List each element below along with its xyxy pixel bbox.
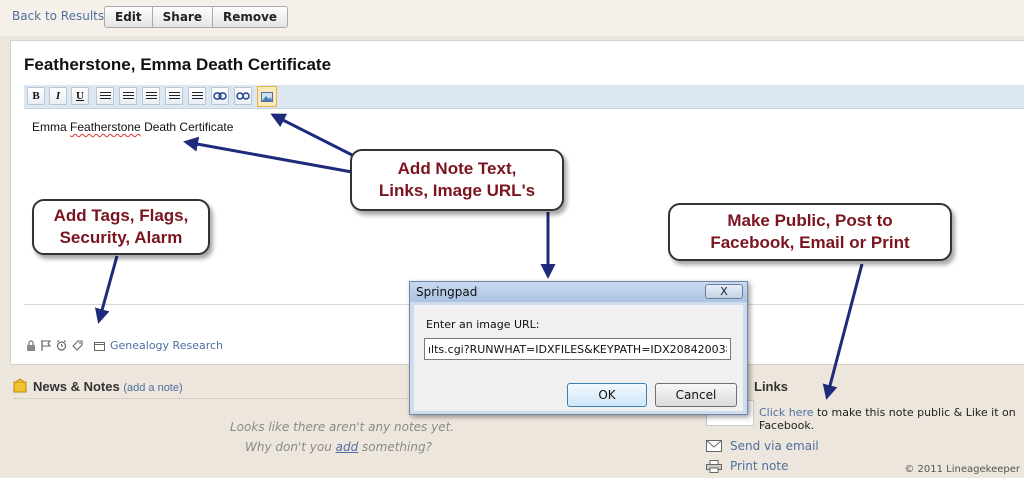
cancel-button[interactable]: Cancel — [655, 383, 737, 407]
note-body-text: Emma Featherstone Death Certificate — [32, 120, 234, 134]
edit-button[interactable]: Edit — [105, 7, 153, 27]
align-center-icon[interactable] — [119, 87, 137, 105]
note-meta-icons — [26, 340, 105, 351]
unlink-icon[interactable] — [234, 87, 252, 105]
news-notes-heading: News & Notes (add a note) — [33, 379, 183, 394]
image-url-input[interactable] — [424, 338, 731, 360]
copyright-watermark: © 2011 Lineagekeeper — [904, 464, 1020, 475]
lock-icon[interactable] — [26, 340, 36, 351]
bullet-list-icon[interactable] — [188, 87, 206, 105]
callout-note-text: Add Note Text, Links, Image URL's — [350, 149, 564, 211]
dialog-prompt-label: Enter an image URL: — [426, 318, 540, 331]
links-heading: Links — [754, 379, 788, 394]
callout-tags-flags: Add Tags, Flags, Security, Alarm — [32, 199, 210, 255]
add-something-link[interactable]: add — [336, 440, 359, 454]
empty-notes-prompt: Why don't you add something? — [245, 440, 432, 454]
dialog-close-button[interactable]: X — [705, 284, 743, 299]
ok-button[interactable]: OK — [567, 383, 647, 407]
callout-make-public: Make Public, Post to Facebook, Email or … — [668, 203, 952, 261]
action-button-group: Edit Share Remove — [104, 6, 289, 28]
dialog-title: Springpad — [416, 285, 478, 299]
facebook-public-text: Click here to make this note public & Li… — [759, 406, 1016, 432]
alarm-icon[interactable] — [56, 340, 67, 351]
folder-icon — [94, 341, 105, 351]
link-icon[interactable] — [211, 87, 229, 105]
numbered-list-icon[interactable] — [165, 87, 183, 105]
empty-notes-message: Looks like there aren't any notes yet. — [230, 420, 455, 434]
align-left-icon[interactable] — [96, 87, 114, 105]
printer-icon — [706, 459, 722, 473]
add-note-link[interactable]: (add a note) — [123, 382, 182, 394]
note-icon — [13, 378, 27, 393]
print-note-link[interactable]: Print note — [706, 459, 788, 473]
flag-icon[interactable] — [41, 340, 51, 351]
remove-button[interactable]: Remove — [213, 7, 287, 27]
tag-icon[interactable] — [72, 340, 83, 351]
email-icon — [706, 440, 722, 452]
image-icon[interactable] — [257, 86, 277, 107]
send-email-link[interactable]: Send via email — [706, 439, 819, 453]
bold-icon[interactable]: B — [27, 87, 45, 105]
note-title: Featherstone, Emma Death Certificate — [24, 55, 332, 74]
editor-toolbar: B I U — [24, 85, 1024, 109]
underline-icon[interactable]: U — [71, 87, 89, 105]
back-to-results-link[interactable]: Back to Results — [12, 9, 104, 23]
make-public-link[interactable]: Click here — [759, 406, 814, 419]
tag-genealogy-research[interactable]: Genealogy Research — [110, 339, 223, 352]
italic-icon[interactable]: I — [49, 87, 67, 105]
align-right-icon[interactable] — [142, 87, 160, 105]
share-button[interactable]: Share — [153, 7, 213, 27]
